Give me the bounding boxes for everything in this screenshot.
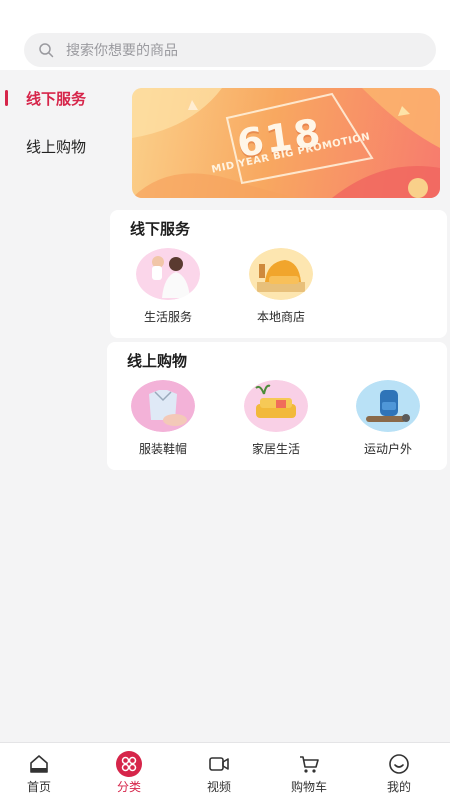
sidebar-item-offline-services[interactable]: 线下服务 <box>0 78 107 118</box>
search-icon <box>39 43 54 58</box>
nav-video[interactable]: 视频 <box>174 743 264 800</box>
tile-outdoor-sports[interactable]: 运动户外 <box>343 380 433 457</box>
sofa-image <box>244 380 308 432</box>
tile-label: 服装鞋帽 <box>138 442 187 456</box>
tile-clothing[interactable]: 服装鞋帽 <box>118 380 208 457</box>
category-icon <box>121 756 137 772</box>
promo-banner[interactable]: 618 MID YEAR BIG PROMOTION <box>132 88 440 198</box>
armchair-image <box>249 248 313 300</box>
category-content: 618 MID YEAR BIG PROMOTION 线下服务 生活服务 本地商… <box>107 70 450 742</box>
tile-label: 本地商店 <box>256 310 305 324</box>
nav-home[interactable]: 首页 <box>0 743 84 800</box>
online-shopping-card: 线上购物 服装鞋帽 家居生活 运动户外 <box>107 342 447 470</box>
nav-cart[interactable]: 购物车 <box>264 743 354 800</box>
tile-home-living[interactable]: 家居生活 <box>231 380 321 457</box>
section-title: 线上购物 <box>127 352 188 370</box>
nav-label: 购物车 <box>290 780 327 794</box>
video-icon <box>209 757 229 771</box>
search-placeholder: 搜索你想要的商品 <box>66 43 178 59</box>
nav-label: 首页 <box>26 780 51 794</box>
sidebar-item-label: 线下服务 <box>26 89 87 108</box>
profile-icon <box>389 754 409 774</box>
tile-label: 生活服务 <box>143 310 192 324</box>
sidebar-item-online-shopping[interactable]: 线上购物 <box>0 126 107 166</box>
search-bar[interactable]: 搜索你想要的商品 <box>24 33 436 67</box>
tile-label: 家居生活 <box>251 442 300 456</box>
nav-category[interactable]: 分类 <box>84 743 174 800</box>
nav-profile[interactable]: 我的 <box>354 743 444 800</box>
clothing-image <box>131 380 195 432</box>
massage-image <box>136 248 200 300</box>
category-sidebar: 线下服务 线上购物 <box>0 70 107 742</box>
bottom-nav: 首页 分类 视频 购物车 我的 <box>0 742 450 800</box>
nav-label: 分类 <box>116 780 141 794</box>
offline-services-card: 线下服务 生活服务 本地商店 <box>110 210 447 338</box>
home-icon <box>30 755 48 773</box>
sidebar-item-label: 线上购物 <box>26 137 87 156</box>
cart-icon <box>300 756 319 773</box>
section-title: 线下服务 <box>130 220 191 238</box>
active-indicator <box>5 90 8 106</box>
nav-label: 视频 <box>206 780 231 794</box>
tile-life-services[interactable]: 生活服务 <box>123 248 213 325</box>
top-bar: 搜索你想要的商品 <box>0 0 450 70</box>
tile-label: 运动户外 <box>363 442 412 456</box>
tile-local-store[interactable]: 本地商店 <box>236 248 326 325</box>
backpack-image <box>356 380 420 432</box>
nav-label: 我的 <box>386 780 411 794</box>
